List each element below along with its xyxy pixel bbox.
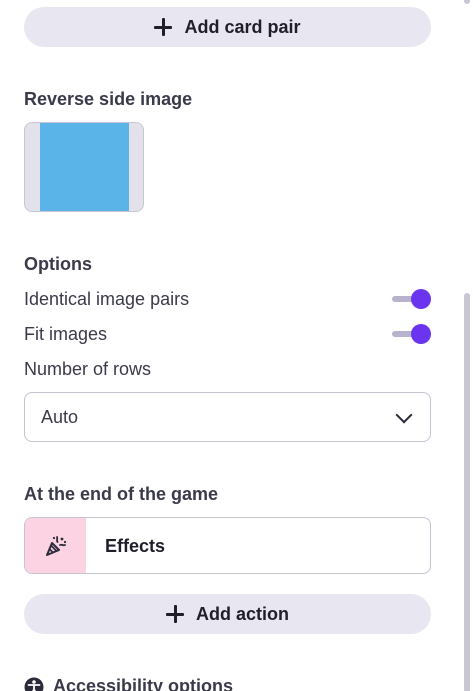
effects-item[interactable]: Effects: [24, 517, 431, 574]
number-of-rows-select[interactable]: Auto: [24, 392, 431, 442]
identical-pairs-toggle[interactable]: [392, 288, 432, 310]
number-of-rows-value: Auto: [41, 406, 79, 427]
add-action-label: Add action: [196, 603, 289, 624]
party-popper-icon: [45, 535, 66, 556]
scrollbar-thumb[interactable]: [464, 293, 470, 691]
plus-icon: [154, 18, 173, 36]
reverse-side-image-thumbnail[interactable]: [24, 122, 144, 212]
effects-label: Effects: [105, 536, 166, 556]
toggle-knob: [411, 289, 431, 309]
chevron-down-icon: [395, 406, 413, 424]
reverse-side-title: Reverse side image: [24, 89, 193, 109]
accessibility-label: Accessibility options: [53, 676, 234, 691]
identical-pairs-label: Identical image pairs: [24, 289, 190, 309]
plus-icon: [166, 605, 184, 623]
accessibility-icon: [24, 677, 44, 691]
add-card-pair-label: Add card pair: [184, 16, 301, 37]
scrollbar-top: [464, 0, 470, 4]
effects-icon-box: [25, 518, 86, 573]
add-card-pair-button[interactable]: Add card pair: [24, 7, 431, 47]
fit-images-toggle[interactable]: [392, 323, 432, 345]
reverse-side-image: [40, 123, 129, 211]
end-of-game-title: At the end of the game: [24, 484, 219, 504]
number-of-rows-label: Number of rows: [24, 359, 152, 379]
toggle-knob: [411, 324, 431, 344]
accessibility-options[interactable]: Accessibility options: [24, 676, 233, 691]
add-action-button[interactable]: Add action: [24, 594, 431, 634]
options-title: Options: [24, 254, 92, 274]
fit-images-label: Fit images: [24, 324, 108, 344]
